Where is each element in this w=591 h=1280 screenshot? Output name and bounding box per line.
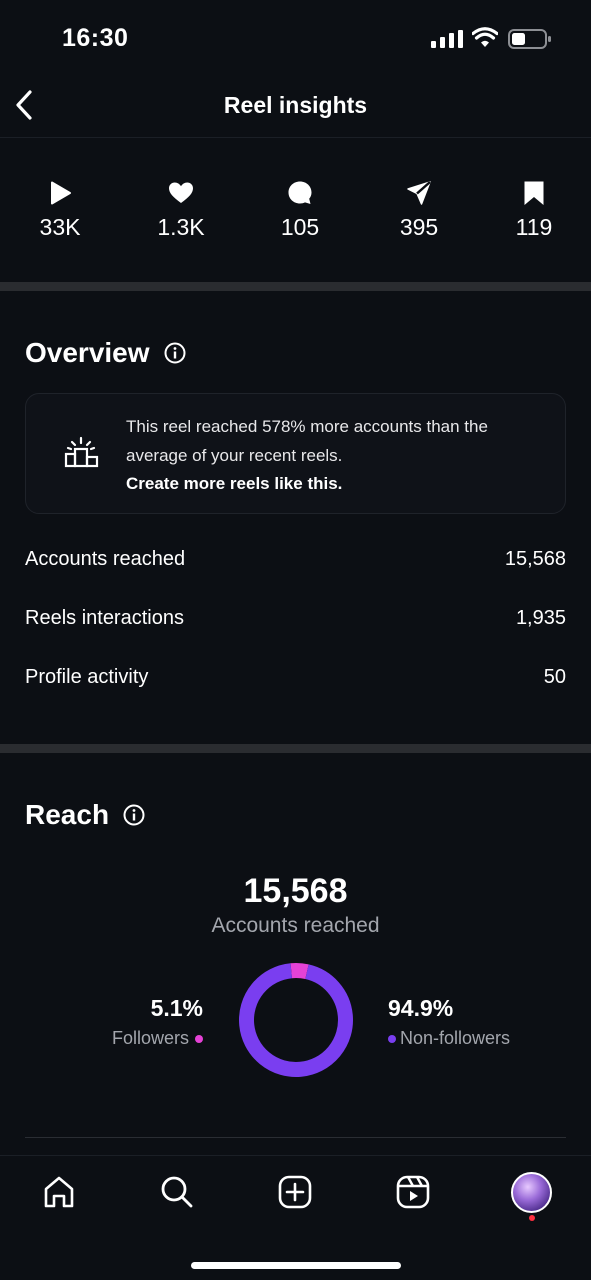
donut-segment-non-followers xyxy=(239,963,353,1077)
home-indicator xyxy=(191,1262,401,1269)
metric-label: Accounts reached xyxy=(25,547,186,570)
metric-label: Profile activity xyxy=(25,665,149,688)
metric-accounts-reached[interactable]: Accounts reached 15,568 xyxy=(25,539,566,579)
wifi-icon xyxy=(472,27,498,47)
play-icon xyxy=(51,181,71,205)
notification-dot xyxy=(529,1215,535,1221)
status-time: 16:30 xyxy=(62,24,129,52)
stat-value: 105 xyxy=(280,214,320,240)
non-followers-label: Non-followers xyxy=(400,1028,511,1048)
reach-title: Reach xyxy=(25,799,145,831)
info-icon[interactable] xyxy=(123,804,145,826)
search-icon xyxy=(161,1176,193,1208)
page-title: Reel insights xyxy=(223,92,368,118)
reach-subtitle: Accounts reached xyxy=(211,914,380,937)
legend-non-followers: 94.9% Non-followers xyxy=(388,995,510,1049)
comment-icon xyxy=(288,181,312,204)
reach-donut-chart xyxy=(239,963,353,1077)
tab-reels[interactable] xyxy=(393,1172,433,1212)
cellular-signal-icon xyxy=(431,30,463,48)
divider-line xyxy=(25,1137,566,1138)
tab-search[interactable] xyxy=(157,1172,197,1212)
share-icon xyxy=(407,181,431,205)
header: Reel insights xyxy=(0,78,591,138)
metric-reels-interactions[interactable]: Reels interactions 1,935 xyxy=(25,598,566,638)
stat-shares[interactable]: 395 xyxy=(374,168,464,241)
overview-heading: Overview xyxy=(25,337,150,368)
stat-value: 1.3K xyxy=(157,214,205,240)
performance-banner: This reel reached 578% more accounts tha… xyxy=(25,393,566,514)
reach-heading: Reach xyxy=(25,799,110,830)
podium-icon xyxy=(64,436,99,468)
stat-likes[interactable]: 1.3K xyxy=(136,168,226,241)
section-divider xyxy=(0,744,591,753)
followers-percent: 5.1% xyxy=(150,995,203,1021)
banner-text: This reel reached 578% more accounts tha… xyxy=(126,417,488,465)
tab-create[interactable] xyxy=(275,1172,315,1212)
stat-plays[interactable]: 33K xyxy=(15,168,105,241)
status-bar: 16:30 xyxy=(0,0,591,78)
followers-label: Followers xyxy=(111,1028,189,1048)
metric-label: Reels interactions xyxy=(25,606,184,629)
legend-followers: 5.1% Followers xyxy=(112,995,203,1049)
overview-title: Overview xyxy=(25,337,186,369)
heart-icon xyxy=(169,182,193,203)
metric-profile-activity[interactable]: Profile activity 50 xyxy=(25,657,566,697)
tab-home[interactable] xyxy=(39,1172,79,1212)
bookmark-icon xyxy=(524,181,544,205)
reel-stats-row: 33K 1.3K 105 395 119 xyxy=(0,168,591,258)
non-followers-percent: 94.9% xyxy=(388,995,454,1021)
info-icon[interactable] xyxy=(164,342,186,364)
reach-total: 15,568 xyxy=(243,872,348,910)
section-divider xyxy=(0,282,591,291)
followers-label-row: Followers xyxy=(112,1028,203,1049)
profile-avatar[interactable] xyxy=(511,1172,552,1213)
home-icon xyxy=(44,1176,74,1208)
stat-value: 33K xyxy=(39,214,81,240)
metric-value: 50 xyxy=(543,665,566,688)
create-more-reels-link[interactable]: Create more reels like this. xyxy=(126,474,342,494)
reels-icon xyxy=(396,1175,430,1209)
metric-value: 15,568 xyxy=(504,547,566,570)
non-followers-label-row: Non-followers xyxy=(388,1028,510,1049)
stat-comments[interactable]: 105 xyxy=(255,168,345,241)
non-followers-dot xyxy=(388,1034,396,1043)
stat-value: 395 xyxy=(399,214,439,240)
create-icon xyxy=(278,1175,312,1209)
followers-dot xyxy=(195,1034,203,1043)
stat-value: 119 xyxy=(515,214,553,240)
metric-value: 1,935 xyxy=(515,606,566,629)
stat-saves[interactable]: 119 xyxy=(489,168,579,241)
battery-icon xyxy=(508,29,551,49)
